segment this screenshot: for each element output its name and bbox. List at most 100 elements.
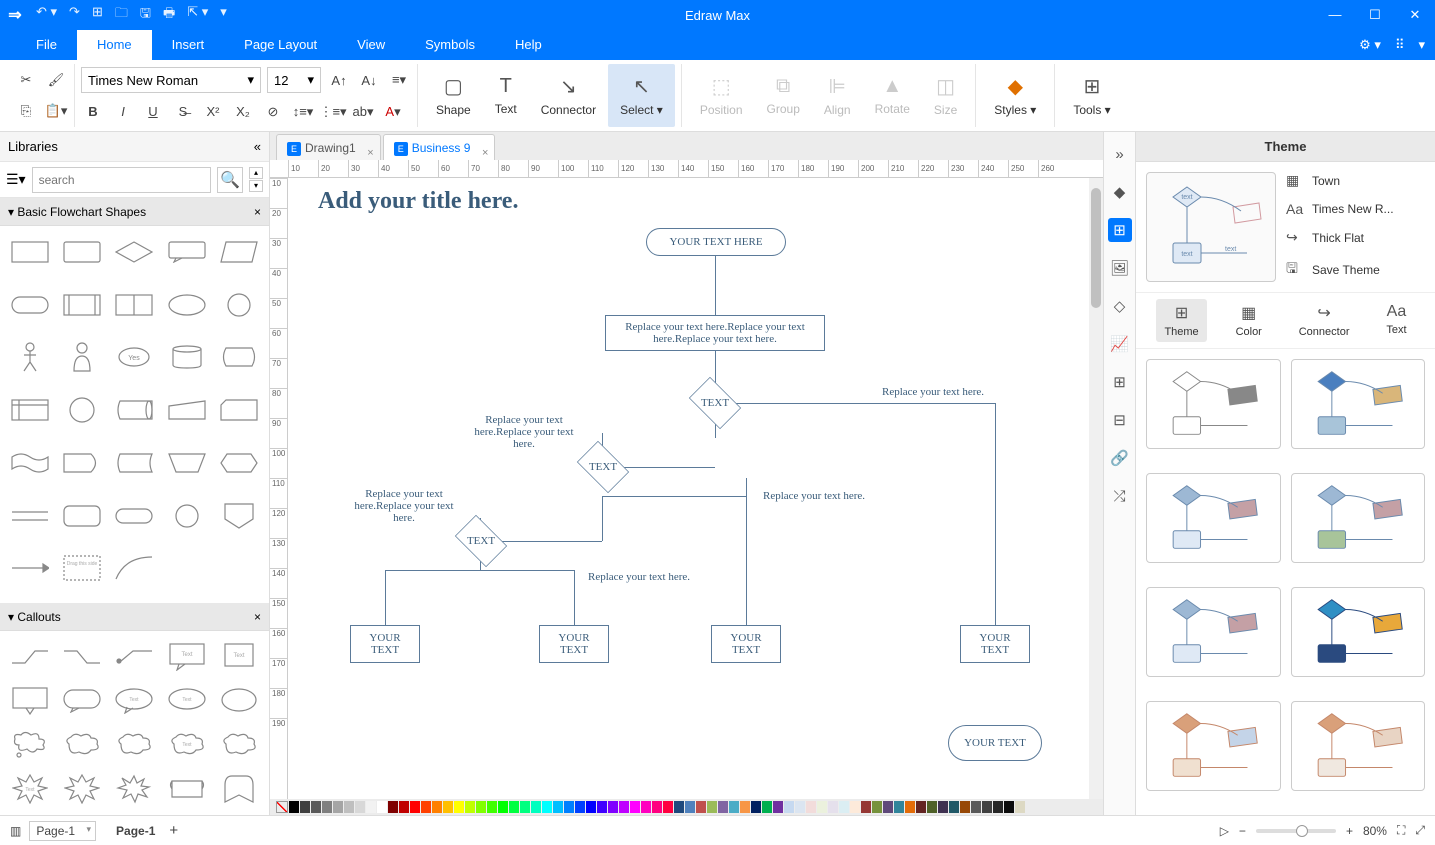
increase-font-icon[interactable]: A↑ [327,68,351,92]
color-swatch[interactable] [729,801,739,813]
color-swatch[interactable] [476,801,486,813]
connector-line[interactable] [995,403,996,625]
settings-icon[interactable]: ⚙ ▾ [1359,37,1381,53]
font-color-icon[interactable]: A▾ [381,100,405,124]
color-swatch[interactable] [894,801,904,813]
color-swatch[interactable] [531,801,541,813]
font-size-combo[interactable]: 12▾ [267,67,321,93]
callout-rect[interactable]: Text [165,639,209,675]
expand-icon[interactable]: » [1108,142,1132,166]
color-swatch[interactable] [322,801,332,813]
styles-tool[interactable]: ◆Styles ▾ [982,64,1048,127]
maximize-button[interactable]: ☐ [1355,0,1395,30]
fc-box-4[interactable]: YOUR TEXT [960,625,1030,663]
grid-icon[interactable]: ⊟ [1108,408,1132,432]
clear-format-icon[interactable]: ⊘ [261,100,285,124]
color-swatch[interactable] [773,801,783,813]
shape-direct-data[interactable] [112,392,156,428]
color-swatch[interactable] [520,801,530,813]
theme-thumbnail[interactable] [1146,701,1281,791]
presentation-icon[interactable]: ▷ [1220,824,1229,838]
canvas[interactable]: Add your title here. [288,178,1103,799]
color-swatch[interactable] [883,801,893,813]
connector-tool[interactable]: ↘Connector [529,64,608,127]
group-tool[interactable]: ⧉Group [755,64,812,127]
shape-arrow[interactable] [8,550,52,586]
connector-line[interactable] [385,570,480,571]
color-swatch[interactable] [443,801,453,813]
callout-cloud5[interactable] [217,727,261,763]
copy-icon[interactable]: ⎘ [14,99,38,123]
cut-icon[interactable]: ✂ [14,68,38,92]
color-swatch[interactable] [938,801,948,813]
menu-home[interactable]: Home [77,30,152,60]
callout-burst1[interactable]: Text [8,771,52,807]
open-icon[interactable]: 🗀 [115,4,128,26]
color-swatch[interactable] [355,801,365,813]
color-swatch[interactable] [696,801,706,813]
theme-icon[interactable]: ⊞ [1108,218,1132,242]
color-swatch[interactable] [707,801,717,813]
theme-thumbnail[interactable] [1146,359,1281,449]
theme-thumbnail[interactable] [1291,587,1426,677]
color-swatch[interactable] [289,801,299,813]
shape-yes-connector[interactable]: Yes [112,339,156,375]
color-swatch[interactable] [465,801,475,813]
superscript-icon[interactable]: X² [201,100,225,124]
fc-label-mid[interactable]: Replace your text here. [574,571,704,583]
shape-circle[interactable] [217,287,261,323]
color-swatch[interactable] [905,801,915,813]
connector-line[interactable] [715,255,716,315]
color-swatch[interactable] [1004,801,1014,813]
layers-icon[interactable]: ◇ [1108,294,1132,318]
page-selector[interactable]: Page-1 [29,821,96,841]
fc-process-1[interactable]: Replace your text here.Replace your text… [605,315,825,351]
color-swatch[interactable] [410,801,420,813]
size-tool[interactable]: ◫Size [922,64,969,127]
strikethrough-icon[interactable]: S̶ [171,100,195,124]
add-page-button[interactable]: + [169,822,178,839]
menu-help[interactable]: Help [495,30,562,60]
callout-line1[interactable] [8,639,52,675]
color-swatch[interactable] [740,801,750,813]
color-swatch[interactable] [564,801,574,813]
search-icon[interactable]: 🔍 [217,167,243,193]
line-spacing-icon[interactable]: ↕≡▾ [291,100,315,124]
theme-thumbnail[interactable] [1291,473,1426,563]
color-swatch[interactable] [663,801,673,813]
section-callouts[interactable]: ▾ Callouts× [0,603,269,631]
color-swatch[interactable] [421,801,431,813]
color-swatch[interactable] [872,801,882,813]
shape-circle3[interactable] [165,498,209,534]
color-swatch[interactable] [388,801,398,813]
color-swatch[interactable] [597,801,607,813]
color-swatch[interactable] [553,801,563,813]
color-swatch[interactable] [916,801,926,813]
menu-page-layout[interactable]: Page Layout [224,30,337,60]
bullets-icon[interactable]: ⋮≡▾ [321,100,345,124]
color-swatch[interactable] [806,801,816,813]
connector-line[interactable] [480,570,574,571]
theme-thumbnail[interactable] [1291,359,1426,449]
color-swatch[interactable] [839,801,849,813]
connector-line[interactable] [602,496,746,497]
library-search-input[interactable] [32,167,211,193]
color-swatch[interactable] [652,801,662,813]
canvas-scrollbar-vertical[interactable] [1089,178,1103,799]
highlight-icon[interactable]: ab▾ [351,100,375,124]
shape-annotation[interactable]: Drag this side [60,550,104,586]
color-swatch[interactable] [454,801,464,813]
callout-rect3[interactable] [8,683,52,719]
position-tool[interactable]: ⬚Position [688,64,755,127]
format-painter-icon[interactable]: 🖌 [44,68,68,92]
callout-oval[interactable]: Text [112,683,156,719]
shape-predefined[interactable] [60,287,104,323]
shape-stored-data[interactable] [112,445,156,481]
color-swatch[interactable] [586,801,596,813]
underline-icon[interactable]: U [141,100,165,124]
fit-page-icon[interactable]: ⛶ [1397,823,1405,838]
align-text-icon[interactable]: ≡▾ [387,68,411,92]
color-swatch[interactable] [509,801,519,813]
callout-rounded[interactable] [60,683,104,719]
fc-box-1[interactable]: YOUR TEXT [350,625,420,663]
